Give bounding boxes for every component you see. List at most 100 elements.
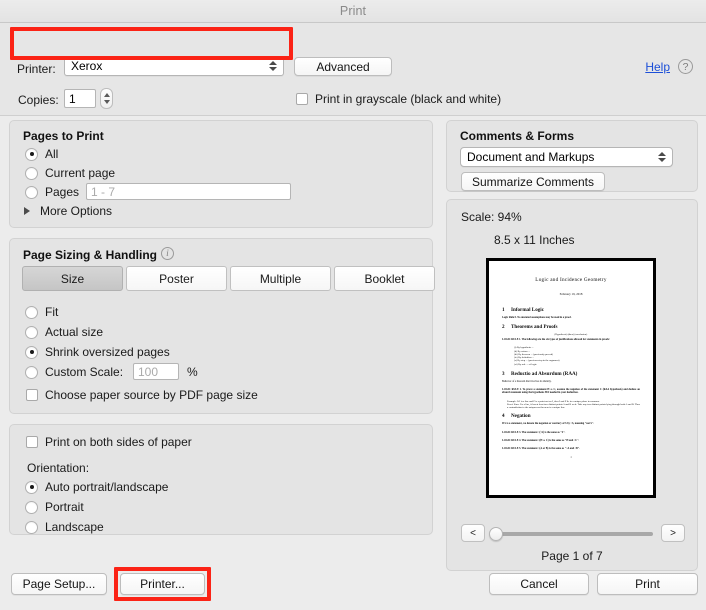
- paper-source-checkbox[interactable]: [26, 389, 38, 401]
- page-indicator-label: Page 1 of 7: [541, 549, 603, 563]
- radio-shrink-oversized-indicator[interactable]: [25, 345, 38, 359]
- document-section-4-rule-2: LOGIC RULE 4. The statement ~(H ⇒ C) is …: [502, 438, 580, 442]
- radio-landscape[interactable]: Landscape: [25, 520, 104, 534]
- radio-actual-size-indicator[interactable]: [25, 325, 38, 339]
- printer-select[interactable]: Xerox: [64, 56, 284, 76]
- page-preview-thumbnail[interactable]: Logic and Incidence Geometry February 19…: [486, 258, 656, 498]
- orientation-title: Orientation:: [27, 461, 90, 475]
- radio-actual-size-label: Actual size: [45, 325, 104, 339]
- previous-page-button[interactable]: <: [461, 524, 485, 542]
- pages-to-print-group: Pages to Print All Current page Pages 1 …: [9, 120, 433, 228]
- radio-landscape-label: Landscape: [45, 520, 104, 534]
- radio-auto-orientation[interactable]: Auto portrait/landscape: [25, 480, 168, 494]
- page-slider-knob[interactable]: [489, 527, 503, 541]
- tab-poster[interactable]: Poster: [126, 266, 227, 291]
- radio-fit-label: Fit: [45, 305, 59, 319]
- document-page-content: Logic and Incidence Geometry February 19…: [489, 261, 653, 495]
- document-section-2-body: LOGIC RULE 1. The following are the six …: [502, 338, 610, 342]
- copies-label: Copies:: [18, 93, 59, 107]
- both-sides-label: Print on both sides of paper: [45, 435, 192, 449]
- grayscale-checkbox[interactable]: [296, 93, 308, 105]
- radio-actual-size[interactable]: Actual size: [25, 325, 103, 339]
- radio-shrink-oversized[interactable]: Shrink oversized pages: [25, 345, 170, 359]
- more-options-label: More Options: [40, 204, 113, 218]
- page-sizing-title: Page Sizing & Handling: [23, 248, 158, 262]
- updown-chevron-icon: [268, 59, 277, 73]
- chevron-right-icon: [24, 207, 30, 215]
- radio-auto-orientation-indicator[interactable]: [25, 480, 38, 494]
- radio-all-pages[interactable]: All: [25, 147, 58, 161]
- radio-portrait-indicator[interactable]: [25, 500, 38, 514]
- document-section-4-rule-3: LOGIC RULE 5. The statement ~(A or B) is…: [502, 447, 580, 451]
- radio-fit[interactable]: Fit: [25, 305, 58, 319]
- cancel-button[interactable]: Cancel: [489, 573, 589, 595]
- help-link[interactable]: Help: [645, 60, 670, 74]
- radio-auto-orientation-label: Auto portrait/landscape: [45, 480, 169, 494]
- radio-portrait-label: Portrait: [45, 500, 84, 514]
- radio-current-page-indicator[interactable]: [25, 166, 38, 180]
- document-section-3-proof: Proof. Since I is a line, it has at leas…: [507, 402, 640, 410]
- radio-landscape-indicator[interactable]: [25, 520, 38, 534]
- document-section-4-rule-1: LOGIC RULE 3. The statement ~(~S) is the…: [502, 430, 566, 434]
- document-section-2-item-6: (vi) By rule ... of logic.: [514, 362, 538, 366]
- document-section-4-body: If S is a statement, we denote the negat…: [502, 422, 595, 426]
- radio-current-page[interactable]: Current page: [25, 166, 115, 180]
- print-button[interactable]: Print: [597, 573, 698, 595]
- orientation-group: Print on both sides of paper Orientation…: [9, 424, 433, 535]
- paper-source-checkbox-row[interactable]: Choose paper source by PDF page size: [26, 388, 258, 402]
- next-page-button[interactable]: >: [661, 524, 685, 542]
- sizing-mode-segmented-control: Size Poster Multiple Booklet: [22, 266, 435, 291]
- document-section-2-centered: (Hypothesis) (then) (conclusion).: [554, 333, 588, 337]
- page-setup-button[interactable]: Page Setup...: [11, 573, 107, 595]
- grayscale-label: Print in grayscale (black and white): [315, 92, 502, 106]
- radio-custom-scale[interactable]: Custom Scale:: [25, 365, 123, 379]
- document-section-3-heading: 3 Reductio ad Absurdum (RAA): [502, 370, 578, 377]
- page-range-input[interactable]: 1 - 7: [86, 183, 291, 200]
- radio-page-range-label: Pages: [45, 185, 80, 199]
- printer-select-value: Xerox: [71, 59, 103, 73]
- document-title: Logic and Incidence Geometry: [535, 277, 607, 283]
- advanced-button[interactable]: Advanced: [294, 57, 392, 76]
- comments-forms-select-value: Document and Markups: [467, 150, 595, 164]
- grayscale-checkbox-row[interactable]: Print in grayscale (black and white): [296, 92, 501, 106]
- tab-size[interactable]: Size: [22, 266, 123, 291]
- printer-button[interactable]: Printer...: [120, 573, 205, 595]
- copies-input[interactable]: 1: [64, 89, 96, 108]
- window-titlebar: Print: [0, 0, 706, 23]
- radio-all-pages-label: All: [45, 147, 59, 161]
- more-options-disclosure[interactable]: More Options: [24, 204, 112, 218]
- paper-source-label: Choose paper source by PDF page size: [45, 388, 258, 402]
- page-slider[interactable]: [489, 527, 653, 541]
- comments-forms-select[interactable]: Document and Markups: [460, 147, 673, 167]
- radio-page-range-indicator[interactable]: [25, 185, 38, 199]
- document-section-4-heading: 4 Negation: [502, 413, 531, 420]
- both-sides-checkbox-row[interactable]: Print on both sides of paper: [26, 435, 192, 449]
- radio-portrait[interactable]: Portrait: [25, 500, 84, 514]
- document-page-number: 1: [570, 456, 572, 460]
- copies-stepper[interactable]: [100, 88, 113, 109]
- tab-multiple[interactable]: Multiple: [230, 266, 331, 291]
- summarize-comments-button[interactable]: Summarize Comments: [461, 172, 605, 191]
- document-section-2-heading: 2 Theorems and Proofs: [502, 324, 558, 331]
- print-preview-group: Scale: 94% 8.5 x 11 Inches Logic and Inc…: [446, 199, 698, 571]
- radio-custom-scale-indicator[interactable]: [25, 365, 38, 379]
- both-sides-checkbox[interactable]: [26, 436, 38, 448]
- radio-custom-scale-label: Custom Scale:: [45, 365, 124, 379]
- document-date: February 19, 2018: [559, 292, 583, 296]
- page-sizing-group: Page Sizing & Handling i Size Poster Mul…: [9, 238, 435, 414]
- percent-label: %: [187, 365, 198, 379]
- tab-booklet[interactable]: Booklet: [334, 266, 435, 291]
- radio-page-range[interactable]: Pages: [25, 185, 79, 199]
- pages-to-print-title: Pages to Print: [23, 129, 104, 143]
- document-section-3-sub: Behavior of a theorem that involves its …: [502, 379, 552, 383]
- document-section-3-body: LOGIC RULE 2. To prove a statement H ⇒ C…: [502, 388, 640, 395]
- help-question-icon[interactable]: ?: [678, 59, 693, 74]
- comments-and-forms-group: Comments & Forms Document and Markups Su…: [446, 120, 698, 192]
- custom-scale-input[interactable]: 100: [133, 363, 179, 380]
- window-title: Print: [339, 4, 367, 18]
- radio-current-page-label: Current page: [45, 166, 116, 180]
- radio-fit-indicator[interactable]: [25, 305, 38, 319]
- radio-all-pages-indicator[interactable]: [25, 147, 38, 161]
- document-section-1-body: Logic Rule 0. No unstated assumptions ma…: [502, 316, 572, 319]
- info-icon[interactable]: i: [161, 247, 174, 260]
